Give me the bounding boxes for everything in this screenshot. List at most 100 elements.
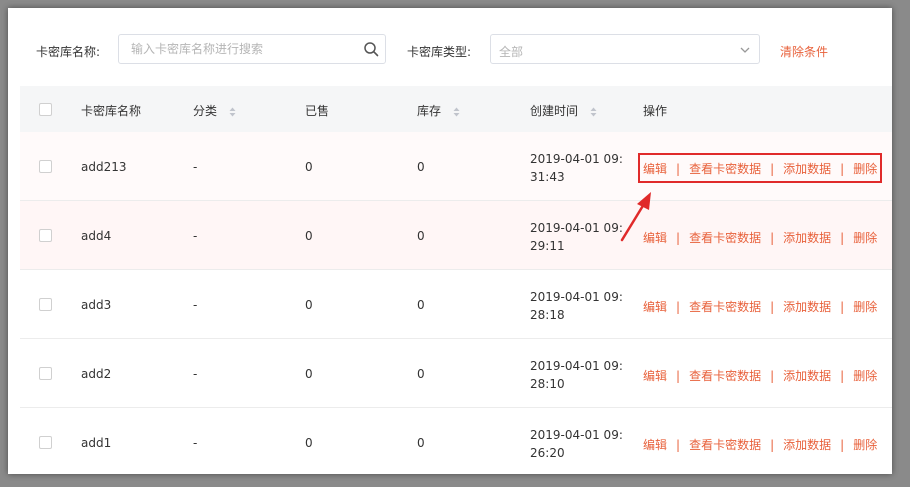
action-separator: | — [676, 369, 681, 383]
view-data-link[interactable]: 查看卡密数据 — [689, 162, 761, 176]
add-data-link[interactable]: 添加数据 — [783, 231, 831, 245]
action-separator: | — [676, 300, 681, 314]
row-created-time: 28:18 — [530, 308, 565, 322]
row-name: add3 — [81, 298, 112, 312]
add-data-link[interactable]: 添加数据 — [783, 300, 831, 314]
view-data-link[interactable]: 查看卡密数据 — [689, 300, 761, 314]
row-created-date: 2019-04-01 09: — [530, 221, 623, 235]
sort-icon[interactable] — [229, 107, 236, 117]
row-category: - — [193, 160, 198, 174]
delete-link[interactable]: 删除 — [853, 231, 877, 245]
table-row: add1 - 0 0 2019-04-01 09: 26:20 编辑 | 查看卡密数据… — [20, 408, 892, 474]
column-header-created-label: 创建时间 — [530, 104, 579, 118]
edit-link[interactable]: 编辑 — [643, 300, 667, 314]
row-name: add2 — [81, 367, 112, 381]
column-header-sold: 已售 — [305, 104, 330, 118]
name-filter-label: 卡密库名称: — [36, 45, 101, 59]
action-separator: | — [770, 231, 775, 245]
row-created-date: 2019-04-01 09: — [530, 359, 623, 373]
row-checkbox[interactable] — [39, 160, 52, 173]
edit-link[interactable]: 编辑 — [643, 162, 667, 176]
search-input[interactable] — [131, 41, 351, 57]
table-row: add2 - 0 0 2019-04-01 09: 28:10 编辑 | 查看卡密数据… — [20, 339, 892, 408]
clear-filters-link[interactable]: 清除条件 — [780, 43, 828, 60]
type-select-value: 全部 — [499, 45, 524, 59]
add-data-link[interactable]: 添加数据 — [783, 369, 831, 383]
row-created-date: 2019-04-01 09: — [530, 152, 623, 166]
row-created-time: 28:10 — [530, 377, 565, 391]
add-data-link[interactable]: 添加数据 — [783, 438, 831, 452]
column-header-actions: 操作 — [643, 104, 668, 118]
table-header: 卡密库名称 分类 已售 库存 创建时间 操作 — [20, 86, 892, 132]
row-created-date: 2019-04-01 09: — [530, 428, 623, 442]
select-all-checkbox[interactable] — [39, 103, 52, 116]
action-separator: | — [840, 231, 845, 245]
row-actions: 编辑 | 查看卡密数据 | 添加数据 | 删除 — [643, 160, 877, 177]
table-row: add3 - 0 0 2019-04-01 09: 28:18 编辑 | 查看卡密数据… — [20, 270, 892, 339]
table-row: add213 - 0 0 2019-04-01 09: 31:43 编辑 | 查看卡密… — [20, 132, 892, 201]
search-icon[interactable] — [363, 41, 379, 57]
chevron-down-icon — [740, 47, 750, 53]
row-created-time: 31:43 — [530, 170, 565, 184]
action-separator: | — [770, 369, 775, 383]
row-sold: 0 — [305, 229, 313, 243]
row-checkbox[interactable] — [39, 436, 52, 449]
row-category: - — [193, 229, 198, 243]
view-data-link[interactable]: 查看卡密数据 — [689, 438, 761, 452]
row-created: 2019-04-01 09: 28:18 — [530, 288, 626, 324]
row-checkbox[interactable] — [39, 367, 52, 380]
action-separator: | — [840, 300, 845, 314]
row-category: - — [193, 298, 198, 312]
row-name: add213 — [81, 160, 127, 174]
edit-link[interactable]: 编辑 — [643, 369, 667, 383]
row-sold: 0 — [305, 367, 313, 381]
row-name: add1 — [81, 436, 112, 450]
column-header-created[interactable]: 创建时间 — [530, 102, 597, 119]
add-data-link[interactable]: 添加数据 — [783, 162, 831, 176]
sort-icon[interactable] — [590, 107, 597, 117]
sort-icon[interactable] — [453, 107, 460, 117]
column-header-name: 卡密库名称 — [81, 104, 142, 118]
edit-link[interactable]: 编辑 — [643, 231, 667, 245]
row-checkbox[interactable] — [39, 229, 52, 242]
delete-link[interactable]: 删除 — [853, 438, 877, 452]
row-created-time: 29:11 — [530, 239, 565, 253]
action-separator: | — [770, 162, 775, 176]
row-actions: 编辑 | 查看卡密数据 | 添加数据 | 删除 — [643, 298, 877, 315]
row-actions: 编辑 | 查看卡密数据 | 添加数据 | 删除 — [643, 367, 877, 384]
view-data-link[interactable]: 查看卡密数据 — [689, 231, 761, 245]
row-checkbox[interactable] — [39, 298, 52, 311]
row-stock: 0 — [417, 160, 425, 174]
name-search-field[interactable] — [118, 34, 386, 64]
column-header-stock[interactable]: 库存 — [417, 102, 460, 119]
row-stock: 0 — [417, 367, 425, 381]
action-separator: | — [840, 162, 845, 176]
action-separator: | — [676, 438, 681, 452]
column-header-category[interactable]: 分类 — [193, 102, 236, 119]
column-header-category-label: 分类 — [193, 104, 218, 118]
view-data-link[interactable]: 查看卡密数据 — [689, 369, 761, 383]
row-created: 2019-04-01 09: 31:43 — [530, 150, 626, 186]
table-row: add4 - 0 0 2019-04-01 09: 29:11 编辑 | 查看卡密数据… — [20, 201, 892, 270]
row-actions: 编辑 | 查看卡密数据 | 添加数据 | 删除 — [643, 229, 877, 246]
filter-bar: 卡密库名称: 卡密库类型: 全部 清除条件 — [8, 8, 892, 86]
column-header-stock-label: 库存 — [417, 104, 442, 118]
row-created-time: 26:20 — [530, 446, 565, 460]
type-filter-label: 卡密库类型: — [407, 45, 472, 59]
row-actions: 编辑 | 查看卡密数据 | 添加数据 | 删除 — [643, 436, 877, 453]
card-library-table: 卡密库名称 分类 已售 库存 创建时间 操作 add213 - 0 0 2019… — [20, 86, 892, 474]
row-stock: 0 — [417, 298, 425, 312]
row-sold: 0 — [305, 436, 313, 450]
delete-link[interactable]: 删除 — [853, 369, 877, 383]
delete-link[interactable]: 删除 — [853, 300, 877, 314]
edit-link[interactable]: 编辑 — [643, 438, 667, 452]
row-created: 2019-04-01 09: 26:20 — [530, 426, 626, 462]
action-separator: | — [770, 438, 775, 452]
row-sold: 0 — [305, 298, 313, 312]
action-separator: | — [676, 231, 681, 245]
type-select[interactable]: 全部 — [490, 34, 760, 64]
delete-link[interactable]: 删除 — [853, 162, 877, 176]
row-stock: 0 — [417, 229, 425, 243]
row-created: 2019-04-01 09: 29:11 — [530, 219, 626, 255]
row-created-date: 2019-04-01 09: — [530, 290, 623, 304]
